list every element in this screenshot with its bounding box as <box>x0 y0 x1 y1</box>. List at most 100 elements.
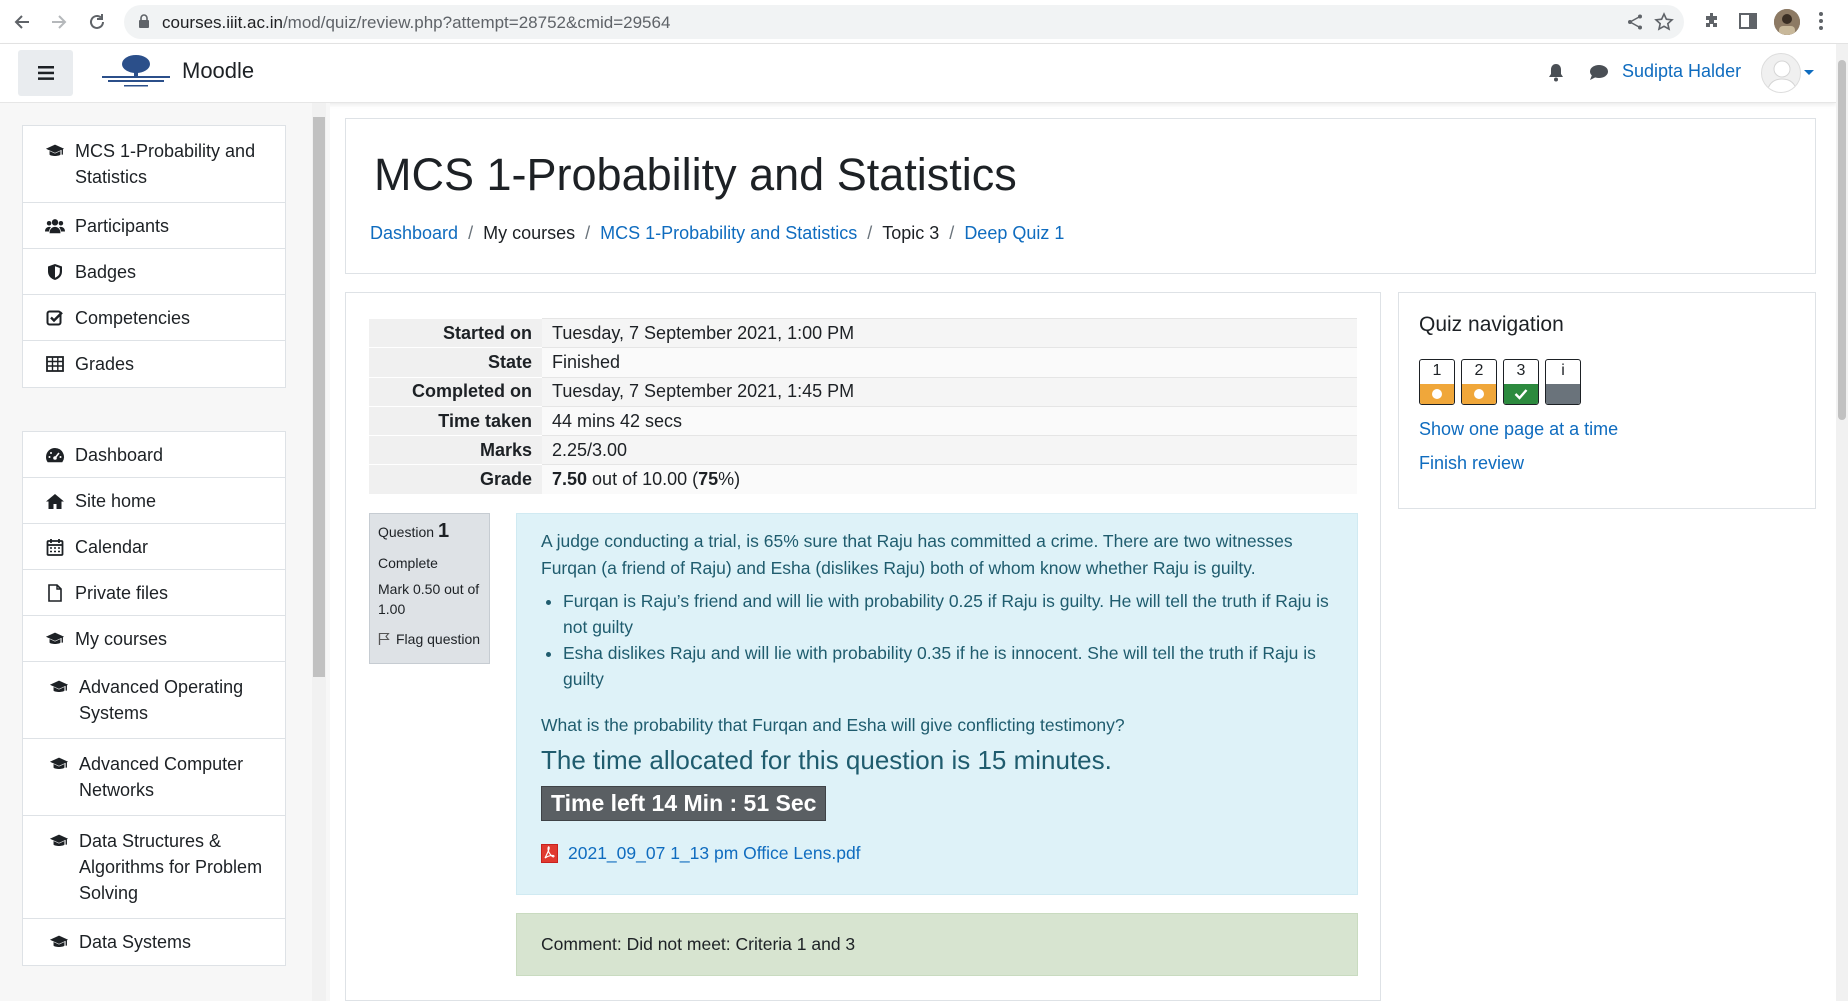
nav-drawer: MCS 1-Probability and Statistics Particip… <box>0 103 330 1001</box>
page-scrollbar-thumb[interactable] <box>1838 60 1846 420</box>
page-header: MCS 1-Probability and Statistics Dashboa… <box>345 118 1816 274</box>
browser-menu-icon[interactable] <box>1818 11 1824 31</box>
partial-dot-icon <box>1420 384 1454 404</box>
site-name[interactable]: Moodle <box>182 58 254 84</box>
breadcrumb-separator: / <box>468 223 474 243</box>
browser-toolbar: courses.iiit.ac.in/mod/quiz/review.php?a… <box>0 0 1848 44</box>
messages-chat-icon[interactable] <box>1589 64 1609 81</box>
sidebar-item-badges[interactable]: Badges <box>23 249 285 295</box>
browser-profile-avatar[interactable] <box>1774 9 1800 35</box>
menu-toggle-button[interactable] <box>18 50 73 96</box>
sidebar-item-label: Data Systems <box>79 932 192 952</box>
user-avatar[interactable] <box>1761 53 1801 93</box>
sidebar-item-mcs-1-probability-and-statistics[interactable]: MCS 1-Probability and Statistics <box>23 126 285 203</box>
forward-icon[interactable] <box>47 10 71 34</box>
graduation-cap-icon <box>49 677 69 697</box>
back-icon[interactable] <box>10 10 34 34</box>
show-one-page-link[interactable]: Show one page at a time <box>1419 419 1618 440</box>
flag-question-button[interactable]: Flag question <box>378 631 481 647</box>
site-header: Moodle Sudipta Halder <box>0 44 1836 103</box>
sidebar-item-my-courses[interactable]: My courses <box>23 616 285 662</box>
flag-question-label: Flag question <box>396 631 481 647</box>
pdf-file-icon <box>541 844 558 863</box>
sidebar-scrollbar-thumb[interactable] <box>313 117 325 677</box>
sidebar-item-data-structures-algorithms-for-problem-solving[interactable]: Data Structures & Algorithms for Problem… <box>23 816 285 919</box>
sidebar-item-label: MCS 1-Probability and Statistics <box>75 141 256 187</box>
sidebar-item-label: Advanced Computer Networks <box>79 754 244 800</box>
page-scrollbar[interactable] <box>1836 44 1848 1001</box>
question-text-panel: A judge conducting a trial, is 65% sure … <box>516 513 1358 895</box>
sidebar-item-site-home[interactable]: Site home <box>23 478 285 524</box>
extensions-icon[interactable] <box>1702 11 1722 31</box>
sidebar-item-data-systems[interactable]: Data Systems <box>23 919 285 965</box>
table-row: Started on Tuesday, 7 September 2021, 1:0… <box>369 318 1357 348</box>
user-menu-name[interactable]: Sudipta Halder <box>1622 61 1741 82</box>
sidebar-item-grades[interactable]: Grades <box>23 341 285 387</box>
breadcrumb: Dashboard / My courses / MCS 1-Probability a… <box>370 223 1064 244</box>
flag-icon <box>378 632 390 645</box>
sidebar-item-label: Advanced Operating Systems <box>79 677 244 723</box>
grade-score: 7.50 <box>552 469 588 490</box>
bookmark-star-icon[interactable] <box>1654 12 1674 32</box>
breadcrumb-item[interactable]: MCS 1-Probability and Statistics <box>600 223 857 244</box>
info-status-icon <box>1546 384 1580 404</box>
time-allocated-text: The time allocated for this question is … <box>541 745 1112 775</box>
notifications-bell-icon[interactable] <box>1548 63 1564 82</box>
partial-dot-icon <box>1462 384 1496 404</box>
sidebar-item-advanced-operating-systems[interactable]: Advanced Operating Systems <box>23 662 285 739</box>
table-icon <box>45 354 65 374</box>
table-row: State Finished <box>369 347 1357 377</box>
file-icon <box>45 583 65 603</box>
quiz-nav-button-1[interactable]: 1 <box>1419 359 1455 405</box>
question-mark: Mark 0.50 out of 1.00 <box>378 581 480 617</box>
quiz-nav-button-i[interactable]: i <box>1545 359 1581 405</box>
quiz-navigation-block: Quiz navigation 1 2 3 i Show one page at a … <box>1398 292 1816 509</box>
side-panel-icon[interactable] <box>1738 11 1758 31</box>
check-square-icon <box>45 308 65 328</box>
graduation-cap-icon <box>45 629 65 649</box>
calendar-icon <box>45 537 65 557</box>
quiz-nav-button-label: i <box>1561 362 1565 379</box>
quiz-nav-button-2[interactable]: 2 <box>1461 359 1497 405</box>
dashboard-icon <box>45 445 65 465</box>
sidebar-item-participants[interactable]: Participants <box>23 203 285 249</box>
summary-label: Started on <box>369 318 542 348</box>
quiz-nav-button-3[interactable]: 3 <box>1503 359 1539 405</box>
question-intro: A judge conducting a trial, is 65% sure … <box>541 531 1293 578</box>
summary-value: Tuesday, 7 September 2021, 1:45 PM <box>542 376 1357 406</box>
sidebar-item-label: Data Structures & Algorithms for Problem… <box>79 831 263 903</box>
reload-icon[interactable] <box>85 10 109 34</box>
address-bar[interactable]: courses.iiit.ac.in/mod/quiz/review.php?a… <box>124 5 1684 39</box>
share-icon[interactable] <box>1626 13 1644 31</box>
sidebar-item-label: Competencies <box>75 307 191 328</box>
summary-value: Tuesday, 7 September 2021, 1:00 PM <box>542 318 1357 348</box>
sidebar-item-competencies[interactable]: Competencies <box>23 295 285 341</box>
finish-review-link[interactable]: Finish review <box>1419 453 1524 474</box>
grade-percent: 75 <box>698 469 719 490</box>
sidebar-item-label: Private files <box>75 582 169 603</box>
site-logo[interactable] <box>98 52 174 92</box>
breadcrumb-item[interactable]: Deep Quiz 1 <box>964 223 1064 244</box>
sidebar-scrollbar[interactable] <box>312 103 326 1001</box>
table-row: Completed on Tuesday, 7 September 2021, 1… <box>369 376 1357 406</box>
user-menu-caret-icon[interactable] <box>1803 69 1815 77</box>
shield-icon <box>45 262 65 282</box>
sidebar-item-dashboard[interactable]: Dashboard <box>23 432 285 478</box>
breadcrumb-item: My courses <box>483 223 576 243</box>
breadcrumb-item[interactable]: Dashboard <box>370 223 458 244</box>
sidebar-item-label: Site home <box>75 490 157 511</box>
grade-value: 7.50 out of 10.00 (75%) <box>542 464 1357 494</box>
sidebar-item-private-files[interactable]: Private files <box>23 570 285 616</box>
breadcrumb-item: Topic 3 <box>882 223 940 243</box>
sidebar-item-calendar[interactable]: Calendar <box>23 524 285 570</box>
question-prefix: Question <box>378 524 435 540</box>
summary-label: Completed on <box>369 376 542 406</box>
graduation-cap-icon <box>45 141 65 161</box>
attachment-link[interactable]: 2021_09_07 1_13 pm Office Lens.pdf <box>568 843 861 864</box>
question-state: Complete <box>378 555 438 571</box>
sidebar-item-advanced-computer-networks[interactable]: Advanced Computer Networks <box>23 739 285 816</box>
graduation-cap-icon <box>49 831 69 851</box>
summary-value: 44 mins 42 secs <box>542 405 1357 436</box>
attempt-summary-table: Started on Tuesday, 7 September 2021, 1:0… <box>369 318 1357 494</box>
breadcrumb-separator: / <box>949 223 955 243</box>
